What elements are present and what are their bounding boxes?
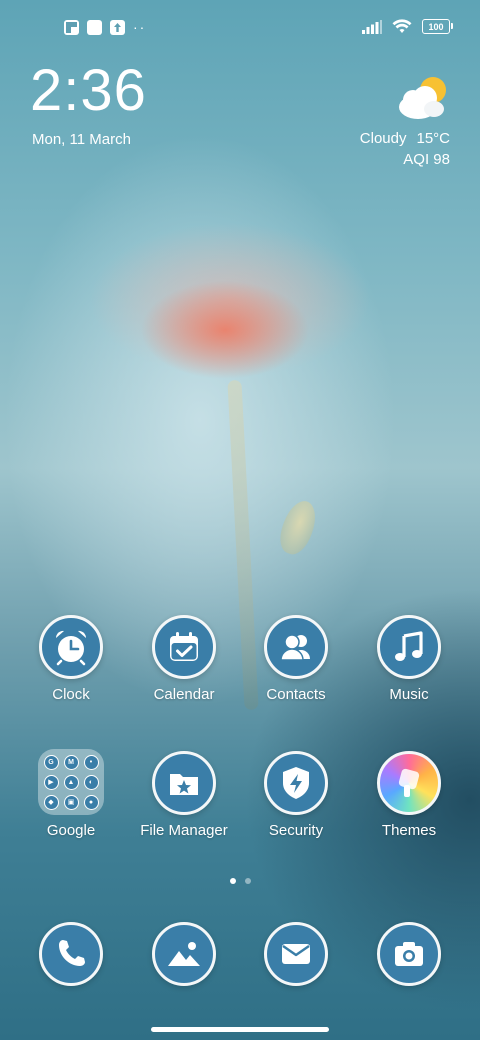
app-security[interactable]: Security bbox=[241, 751, 351, 839]
app-label: File Manager bbox=[140, 822, 228, 839]
folder-icon: G M • ▶ ▲ ◐ ◆ ▣ ● bbox=[38, 749, 104, 815]
page-dot bbox=[244, 878, 251, 884]
themes-brush-icon bbox=[377, 751, 441, 815]
app-label: Google bbox=[46, 822, 96, 839]
flipboard-icon bbox=[64, 20, 79, 35]
app-contacts[interactable]: Contacts bbox=[241, 615, 351, 703]
youtube-mini-icon: ▶ bbox=[43, 774, 59, 790]
lens-mini-icon: ◐ bbox=[83, 774, 99, 790]
weather-condition: Cloudy bbox=[359, 130, 407, 147]
phone-icon bbox=[39, 922, 103, 986]
dock-gallery[interactable] bbox=[129, 922, 239, 986]
gmail-mini-icon: M bbox=[63, 754, 79, 770]
drive-mini-icon: ▲ bbox=[63, 774, 79, 790]
square-icon bbox=[87, 20, 102, 35]
messages-icon bbox=[264, 922, 328, 986]
app-label: Music bbox=[389, 686, 429, 703]
alarm-clock-icon bbox=[39, 615, 103, 679]
clock-date[interactable]: Mon, 11 March bbox=[32, 131, 131, 148]
cellular-signal-icon bbox=[362, 19, 382, 34]
shield-bolt-icon bbox=[264, 751, 328, 815]
partly-cloudy-icon[interactable] bbox=[396, 74, 450, 122]
app-themes[interactable]: Themes bbox=[354, 751, 464, 839]
star-folder-icon bbox=[152, 751, 216, 815]
weather-temperature: 15°C bbox=[416, 130, 450, 147]
app-label: Calendar bbox=[153, 686, 215, 703]
app-folder-google[interactable]: G M • ▶ ▲ ◐ ◆ ▣ ● Google bbox=[16, 749, 126, 839]
app-label: Security bbox=[268, 822, 324, 839]
clock-time[interactable]: 2:36 bbox=[30, 62, 147, 120]
duo-mini-icon: ▣ bbox=[63, 794, 79, 810]
dock-phone[interactable] bbox=[16, 922, 126, 986]
maps-mini-icon: • bbox=[83, 754, 99, 770]
weather-aqi: AQI 98 bbox=[403, 151, 450, 168]
gallery-icon bbox=[152, 922, 216, 986]
page-dot-active bbox=[229, 878, 236, 884]
music-note-icon bbox=[377, 615, 441, 679]
app-calendar[interactable]: Calendar bbox=[129, 615, 239, 703]
dock-messages[interactable] bbox=[241, 922, 351, 986]
assistant-mini-icon: ● bbox=[83, 794, 99, 810]
weather-summary[interactable]: Cloudy 15°C bbox=[360, 130, 450, 147]
upload-icon bbox=[110, 20, 125, 35]
battery-level: 100 bbox=[428, 21, 444, 32]
page-indicator bbox=[0, 878, 480, 884]
google-mini-icon: G bbox=[43, 754, 59, 770]
dock-camera[interactable] bbox=[354, 922, 464, 986]
play-mini-icon: ◆ bbox=[43, 794, 59, 810]
more-notifications-indicator: ·· bbox=[133, 19, 147, 35]
contacts-icon bbox=[264, 615, 328, 679]
app-label: Themes bbox=[381, 822, 437, 839]
battery-indicator: 100 bbox=[422, 19, 453, 34]
status-bar: ·· 100 bbox=[0, 14, 480, 42]
calendar-check-icon bbox=[152, 615, 216, 679]
wifi-icon bbox=[392, 19, 412, 33]
app-clock[interactable]: Clock bbox=[16, 615, 126, 703]
home-gesture-bar[interactable] bbox=[151, 1027, 329, 1032]
wallpaper-flower-bud bbox=[274, 496, 322, 559]
camera-icon bbox=[377, 922, 441, 986]
app-label: Clock bbox=[52, 686, 90, 703]
app-music[interactable]: Music bbox=[354, 615, 464, 703]
app-label: Contacts bbox=[266, 686, 326, 703]
app-file-manager[interactable]: File Manager bbox=[129, 751, 239, 839]
